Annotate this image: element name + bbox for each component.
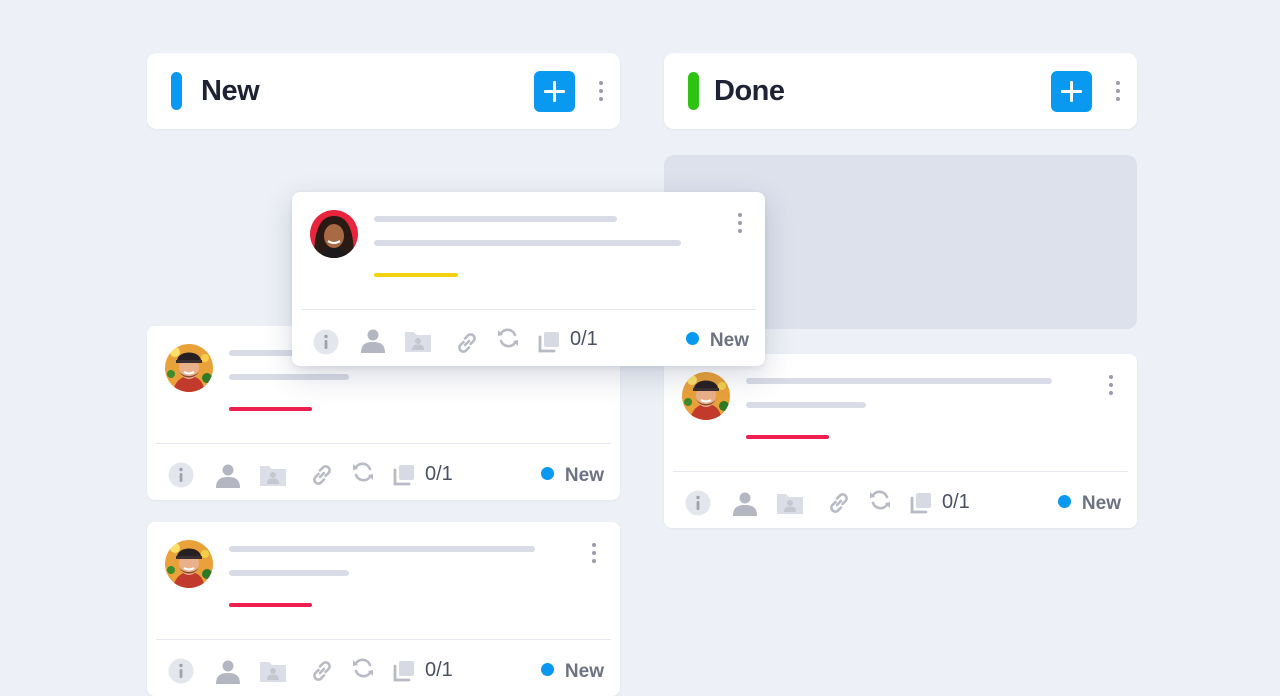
card-footer: 0/1 New: [147, 650, 620, 690]
recurring-icon[interactable]: [867, 487, 893, 513]
column-header-new: New: [147, 53, 620, 129]
man-avatar: [165, 344, 213, 392]
more-options-icon[interactable]: [1114, 80, 1122, 102]
folder-icon[interactable]: [776, 490, 804, 516]
folder-icon[interactable]: [259, 462, 287, 488]
card-divider: [156, 443, 611, 444]
info-icon[interactable]: [685, 490, 711, 516]
man-avatar: [165, 540, 213, 588]
status-label: New: [564, 465, 604, 486]
status-dot: [540, 467, 554, 480]
card-divider: [673, 471, 1128, 472]
man-avatar: [682, 372, 730, 420]
title-skeleton-line: [374, 216, 617, 222]
status-label: New: [709, 330, 749, 351]
add-card-button[interactable]: [534, 71, 575, 112]
assignee-icon[interactable]: [215, 462, 241, 488]
link-icon[interactable]: [309, 462, 335, 488]
card-options-icon[interactable]: [1107, 374, 1115, 396]
subtitle-skeleton-line: [229, 570, 349, 576]
task-card[interactable]: 0/1 New: [147, 522, 620, 696]
subtasks-icon[interactable]: [391, 658, 417, 684]
recurring-icon[interactable]: [350, 655, 376, 681]
dragged-task-card[interactable]: 0/1 New: [292, 192, 765, 366]
status-badge[interactable]: New: [1057, 492, 1121, 516]
link-icon[interactable]: [309, 658, 335, 684]
status-badge[interactable]: New: [540, 464, 604, 488]
card-footer: 0/1 New: [147, 454, 620, 494]
status-dot: [685, 332, 699, 345]
status-label: New: [1081, 493, 1121, 514]
status-badge[interactable]: New: [685, 329, 749, 353]
card-footer: 0/1 New: [292, 320, 765, 360]
title-skeleton-line: [746, 378, 1052, 384]
link-icon[interactable]: [826, 490, 852, 516]
subtitle-skeleton-line: [746, 402, 866, 408]
recurring-icon[interactable]: [350, 459, 376, 485]
add-card-button[interactable]: [1051, 71, 1092, 112]
card-divider: [301, 309, 756, 310]
assignee-icon[interactable]: [732, 490, 758, 516]
info-icon[interactable]: [168, 462, 194, 488]
more-options-icon[interactable]: [597, 80, 605, 102]
assignee-icon[interactable]: [215, 658, 241, 684]
priority-bar: [229, 407, 312, 411]
priority-bar: [746, 435, 829, 439]
subtasks-icon[interactable]: [391, 462, 417, 488]
card-options-icon[interactable]: [590, 542, 598, 564]
card-footer: 0/1 New: [664, 482, 1137, 522]
status-badge[interactable]: New: [540, 660, 604, 684]
column-color-bar: [171, 72, 182, 110]
column-header-done: Done: [664, 53, 1137, 129]
column-color-bar: [688, 72, 699, 110]
status-dot: [1057, 495, 1071, 508]
woman-avatar: [310, 210, 358, 258]
subtask-counter: 0/1: [425, 659, 453, 681]
title-skeleton-line: [229, 546, 535, 552]
priority-bar: [229, 603, 312, 607]
subtask-counter: 0/1: [942, 491, 970, 513]
column-title: New: [201, 75, 260, 107]
subtitle-skeleton-line: [374, 240, 681, 246]
task-card[interactable]: 0/1 New: [664, 354, 1137, 528]
info-icon[interactable]: [313, 329, 339, 355]
subtitle-skeleton-line: [229, 374, 349, 380]
assignee-icon[interactable]: [360, 327, 386, 353]
card-divider: [156, 639, 611, 640]
column-title: Done: [714, 75, 785, 107]
subtasks-icon[interactable]: [536, 329, 562, 355]
status-dot: [540, 663, 554, 676]
subtask-counter: 0/1: [570, 328, 598, 350]
folder-icon[interactable]: [259, 658, 287, 684]
folder-icon[interactable]: [404, 328, 432, 354]
card-options-icon[interactable]: [736, 212, 744, 234]
link-icon[interactable]: [454, 330, 480, 356]
status-label: New: [564, 661, 604, 682]
priority-bar: [374, 273, 458, 277]
info-icon[interactable]: [168, 658, 194, 684]
subtask-counter: 0/1: [425, 463, 453, 485]
subtasks-icon[interactable]: [908, 490, 934, 516]
recurring-icon[interactable]: [495, 325, 521, 351]
